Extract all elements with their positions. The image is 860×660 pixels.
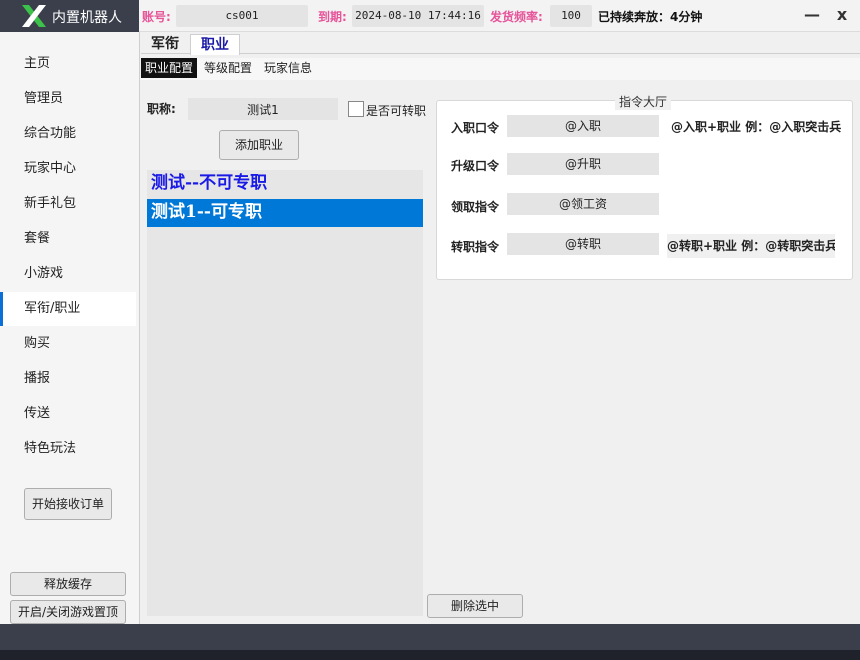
bottom-strip	[0, 650, 860, 660]
sidebar-item-purchase[interactable]: 购买	[0, 327, 136, 361]
sidebar-item-newbie-gift[interactable]: 新手礼包	[0, 187, 136, 221]
expire-label: 到期:	[318, 10, 347, 24]
release-cache-button[interactable]: 释放缓存	[10, 572, 126, 596]
tab-job[interactable]: 职业	[190, 34, 240, 55]
sidebar-item-general[interactable]: 综合功能	[0, 117, 136, 151]
sidebar: 主页 管理员 综合功能 玩家中心 新手礼包 套餐 小游戏 军衔/职业 购买 播报…	[0, 32, 140, 624]
transfer-command-label: 转职指令	[451, 240, 500, 254]
job-list[interactable]: 测试--不可专职 测试1--可专职	[147, 170, 423, 616]
sidebar-item-package[interactable]: 套餐	[0, 222, 136, 256]
job-title-input[interactable]	[188, 98, 338, 120]
logo-area: 内置机器人	[0, 0, 139, 32]
transfer-checkbox[interactable]	[348, 101, 364, 117]
close-button[interactable]: x	[831, 4, 853, 26]
sidebar-item-home[interactable]: 主页	[0, 47, 136, 81]
salary-command-field[interactable]: @领工资	[507, 193, 659, 215]
delete-selected-button[interactable]: 删除选中	[427, 594, 523, 618]
toggle-top-button[interactable]: 开启/关闭游戏置顶	[10, 600, 126, 624]
transfer-command-field[interactable]: @转职	[507, 233, 659, 255]
list-item[interactable]: 测试1--可专职	[147, 199, 423, 227]
account-label: 账号:	[142, 10, 171, 24]
top-tabs: 军衔 职业	[141, 32, 860, 55]
sidebar-item-broadcast[interactable]: 播报	[0, 362, 136, 396]
expire-field: 2024-08-10 17:44:16	[352, 5, 484, 27]
promote-command-field[interactable]: @升职	[507, 153, 659, 175]
salary-command-label: 领取指令	[451, 200, 500, 214]
join-command-field[interactable]: @入职	[507, 115, 659, 137]
command-hall-title: 指令大厅	[615, 93, 672, 110]
sidebar-item-teleport[interactable]: 传送	[0, 397, 136, 431]
transfer-command-hint: @转职+职业 例：@转职突击兵	[667, 234, 835, 258]
tab-rank[interactable]: 军衔	[141, 34, 189, 55]
job-title-label: 职称:	[147, 102, 176, 116]
frequency-label: 发货频率:	[490, 10, 543, 24]
minimize-button[interactable]: —	[801, 4, 823, 26]
start-orders-button[interactable]: 开始接收订单	[24, 488, 112, 520]
sidebar-item-minigame[interactable]: 小游戏	[0, 257, 136, 291]
running-status: 已持续奔放：4分钟	[598, 10, 703, 24]
promote-command-label: 升级口令	[451, 159, 500, 173]
app-title: 内置机器人	[52, 10, 122, 26]
sidebar-item-admin[interactable]: 管理员	[0, 82, 136, 116]
account-field[interactable]: cs001	[176, 5, 308, 27]
frequency-field[interactable]: 100	[550, 5, 592, 27]
subtab-job-config[interactable]: 职业配置	[141, 58, 198, 78]
sidebar-item-special[interactable]: 特色玩法	[0, 432, 136, 466]
sidebar-item-rank-job[interactable]: 军衔/职业	[0, 292, 136, 326]
title-bar: 内置机器人 账号: cs001 到期: 2024-08-10 17:44:16 …	[0, 0, 860, 32]
join-command-hint: @入职+职业 例：@入职突击兵	[671, 120, 842, 134]
add-job-button[interactable]: 添加职业	[219, 130, 299, 160]
command-hall: 指令大厅 入职口令 @入职 @入职+职业 例：@入职突击兵 升级口令 @升职 领…	[436, 93, 853, 280]
subtab-level-config[interactable]: 等级配置	[200, 58, 256, 78]
transfer-checkbox-label[interactable]: 是否可转职	[366, 102, 426, 119]
subtab-player-info[interactable]: 玩家信息	[260, 58, 316, 78]
logo-icon	[22, 5, 46, 27]
main-panel: 军衔 职业 职业配置 等级配置 玩家信息 职称: 是否可转职 添加职业 测试--…	[141, 32, 860, 624]
sub-tabs: 职业配置 等级配置 玩家信息	[141, 58, 860, 80]
list-item[interactable]: 测试--不可专职	[147, 170, 423, 198]
join-command-label: 入职口令	[451, 121, 500, 135]
sidebar-item-player-center[interactable]: 玩家中心	[0, 152, 136, 186]
